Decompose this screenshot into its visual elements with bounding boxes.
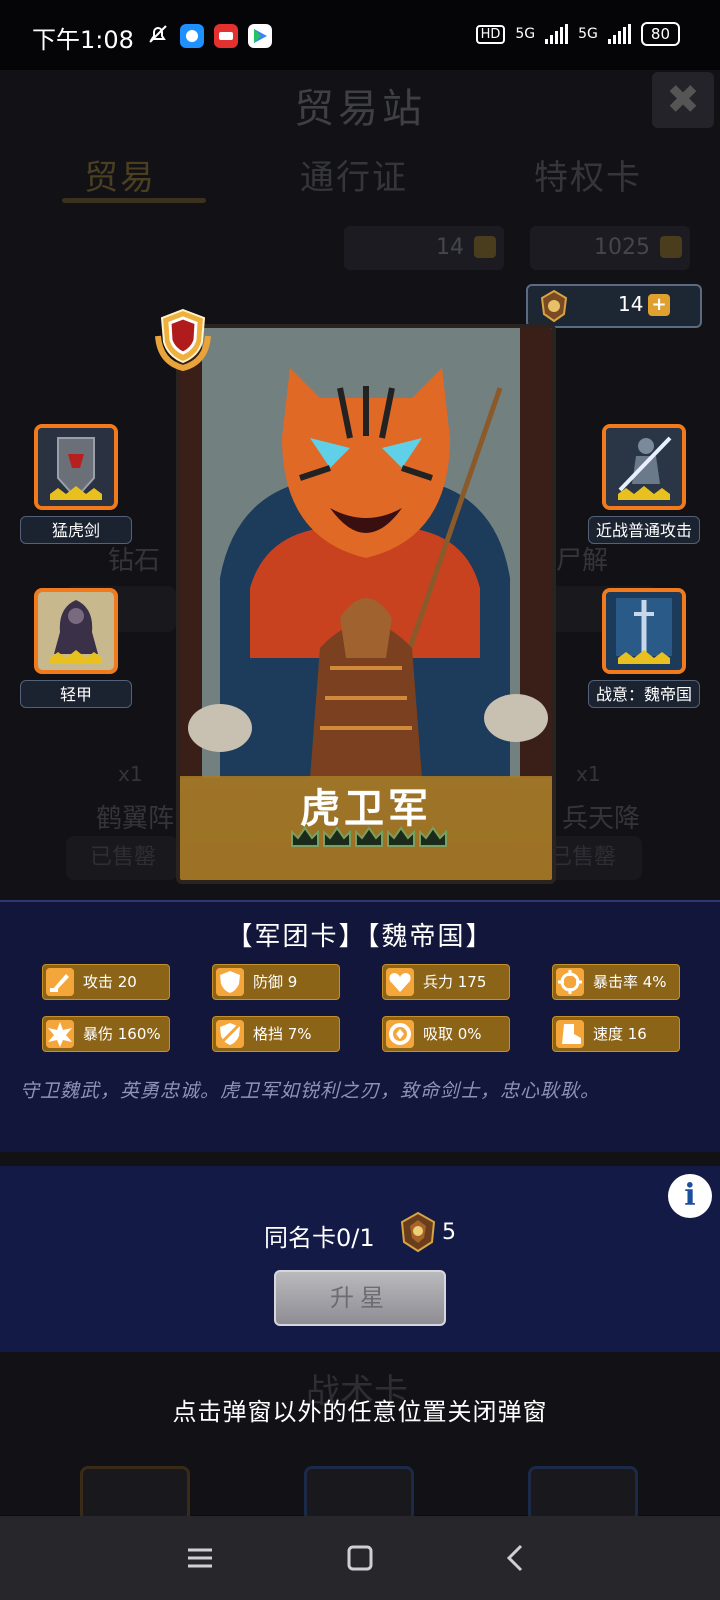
side-label-war-spirit: 战意：魏帝国	[588, 680, 700, 708]
war-spirit-icon	[606, 592, 682, 670]
signal-icon	[545, 24, 569, 44]
tab-privilege[interactable]: 特权卡	[534, 150, 642, 199]
side-skill-war-spirit[interactable]	[602, 588, 686, 674]
info-icon[interactable]: i	[668, 1174, 712, 1218]
stat-defense: 防御 9	[212, 964, 340, 1000]
tab-trade[interactable]: 贸易	[84, 150, 156, 199]
upgrade-star-button[interactable]: 升星	[274, 1270, 446, 1326]
notification-icons	[146, 22, 272, 50]
bg-card-slot	[528, 1466, 638, 1522]
bg-label: x1	[118, 762, 143, 786]
close-hint: 点击弹窗以外的任意位置关闭弹窗	[172, 1398, 548, 1426]
system-nav-bar	[0, 1516, 720, 1600]
unit-card: 虎卫军	[176, 324, 556, 884]
home-icon[interactable]	[338, 1536, 382, 1580]
stat-block: 格挡 7%	[212, 1016, 340, 1052]
card-tags: 【军团卡】【魏帝国】	[226, 922, 494, 952]
emblem-icon	[400, 1211, 436, 1253]
crosshair-icon	[556, 968, 584, 996]
crown-icon	[419, 826, 447, 847]
drain-icon	[386, 1020, 414, 1048]
block-icon	[216, 1020, 244, 1048]
heart-icon	[386, 968, 414, 996]
app-notify-icon	[180, 24, 204, 48]
sword-icon	[46, 968, 74, 996]
stat-crit-rate: 暴击率 4%	[552, 964, 680, 1000]
bg-label: 钻石	[108, 546, 161, 576]
stat-speed: 速度 16	[552, 1016, 680, 1052]
side-skill-melee-attack[interactable]	[602, 424, 686, 510]
star-rating	[290, 826, 448, 848]
menu-icon[interactable]	[178, 1536, 222, 1580]
status-time: 下午1:08	[32, 26, 134, 54]
sold-out-label: 已售罄	[546, 836, 642, 880]
melee-attack-icon	[606, 428, 682, 506]
stat-attack: 攻击 20	[42, 964, 170, 1000]
bg-label: x1	[576, 762, 601, 786]
tab-underline	[62, 198, 206, 203]
back-icon[interactable]	[494, 1536, 538, 1580]
bg-currency-diamond: 1025	[530, 226, 690, 270]
emblem-count: 14	[618, 292, 644, 316]
side-label-light-armor: 轻甲	[20, 680, 132, 708]
crown-icon	[355, 826, 383, 847]
bg-label: 尸解	[556, 546, 609, 576]
boot-icon	[556, 1020, 584, 1048]
hd-icon: HD	[475, 24, 506, 44]
crown-icon	[323, 826, 351, 847]
side-skill-light-armor[interactable]	[34, 588, 118, 674]
emblem-icon	[536, 288, 572, 324]
battery-icon: 80	[640, 22, 680, 46]
bg-label: 兵天降	[562, 804, 641, 834]
side-skill-tiger-sword[interactable]	[34, 424, 118, 510]
shop-notify-icon	[214, 24, 238, 48]
signal-icon-2	[607, 24, 631, 44]
bg-currency-emblem: 14	[344, 226, 504, 270]
side-label-melee-attack: 近战普通攻击	[588, 516, 700, 544]
duplicate-card-count: 同名卡0/1	[264, 1224, 375, 1252]
bg-card-slot	[80, 1466, 190, 1522]
play-store-icon	[248, 24, 272, 48]
stat-troops: 兵力 175	[382, 964, 510, 1000]
emblem-cost: 5	[442, 1220, 456, 1245]
card-description: 守卫魏武，英勇忠诚。虎卫军如锐利之刃，致命剑士，忠心耿耿。	[20, 1080, 601, 1102]
crown-icon	[291, 826, 319, 847]
emblem-currency-chip[interactable]: 14 +	[526, 284, 702, 328]
tab-pass[interactable]: 通行证	[300, 150, 408, 199]
stat-drain: 吸取 0%	[382, 1016, 510, 1052]
net-label-1: 5G	[515, 26, 536, 42]
side-label-tiger-sword: 猛虎剑	[20, 516, 132, 544]
add-currency-button[interactable]: +	[648, 294, 670, 316]
system-indicators: HD 5G 5G 80	[475, 22, 680, 46]
crown-icon	[387, 826, 415, 847]
bg-card-slot	[304, 1466, 414, 1522]
close-icon[interactable]: ✖	[652, 72, 714, 128]
stat-crit-damage: 暴伤 160%	[42, 1016, 170, 1052]
tiger-guard-art	[180, 328, 552, 778]
tiger-sword-icon	[38, 428, 114, 506]
burst-icon	[46, 1020, 74, 1048]
page-title: 贸易站	[294, 86, 426, 132]
sold-out-label: 已售罄	[66, 836, 178, 880]
status-bar: 下午1:08 HD 5G 5G 80	[0, 0, 720, 70]
light-armor-icon	[38, 592, 114, 670]
mute-bell-icon	[146, 22, 170, 50]
bg-label: 鹤翼阵	[96, 804, 175, 834]
shield-icon	[216, 968, 244, 996]
shield-laurel-badge-icon	[155, 308, 211, 372]
net-label-2: 5G	[578, 26, 598, 42]
